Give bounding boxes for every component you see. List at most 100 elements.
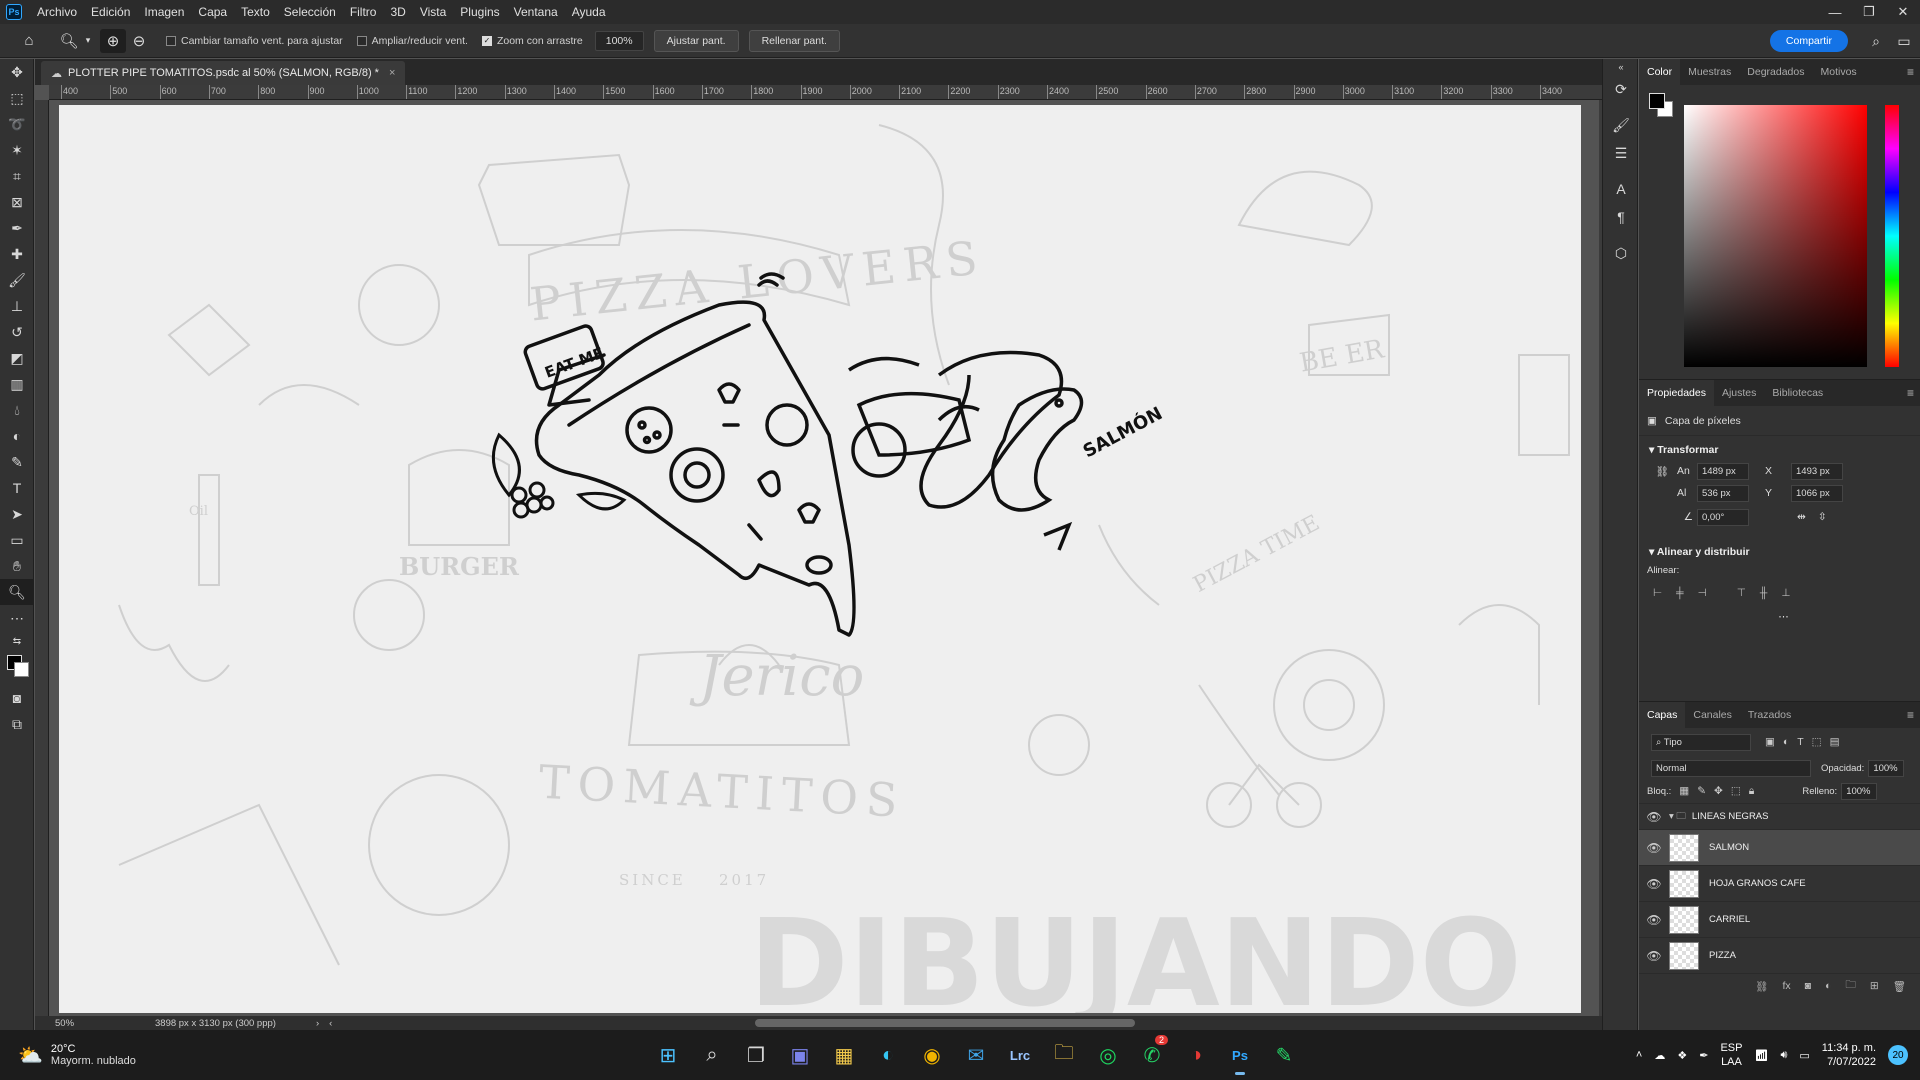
tab-layers[interactable]: Capas (1639, 702, 1686, 728)
type-tool-icon[interactable]: T (0, 475, 34, 501)
edge-icon[interactable]: ◐ (866, 1033, 910, 1077)
creative-cloud-icon[interactable]: ◑ (1174, 1033, 1218, 1077)
workspace-icon[interactable]: ▭ (1894, 30, 1914, 52)
chrome-icon[interactable]: ◉ (910, 1033, 954, 1077)
share-button[interactable]: Compartir (1769, 30, 1848, 52)
battery-icon[interactable]: ▭ (1799, 1049, 1809, 1062)
align-left-icon[interactable]: ⊢ (1653, 587, 1662, 599)
menu-seleccion[interactable]: Selección (277, 0, 343, 24)
layer-row[interactable]: 👁︎ PIZZA (1639, 938, 1920, 974)
tab-patterns[interactable]: Motivos (1813, 59, 1865, 85)
search-icon[interactable]: ⌕ (690, 1033, 734, 1077)
vertical-ruler[interactable] (35, 100, 49, 1016)
x-field[interactable]: 1493 px (1791, 462, 1843, 480)
delete-layer-icon[interactable]: 🗑︎ (1893, 980, 1906, 993)
spotify-icon[interactable]: ◎ (1086, 1033, 1130, 1077)
chevron-right-icon[interactable]: › (316, 1018, 319, 1029)
wifi-icon[interactable]: 📶︎ (1754, 1049, 1768, 1062)
clock[interactable]: 11:34 p. m. 7/07/2022 (1822, 1041, 1876, 1069)
visibility-eye-icon[interactable]: 👁︎ (1639, 877, 1669, 891)
move-tool-icon[interactable]: ✥ (0, 59, 34, 85)
brush-settings-icon[interactable]: 🖌︎ (1603, 111, 1639, 139)
magic-wand-tool-icon[interactable]: ✶ (0, 137, 34, 163)
more-tools-icon[interactable]: ⋯ (0, 605, 34, 631)
restore-icon[interactable]: ❐ (1852, 0, 1886, 24)
crop-tool-icon[interactable]: ⌗ (0, 163, 34, 189)
close-icon[interactable]: ✕ (1886, 0, 1920, 24)
tab-adjustments[interactable]: Ajustes (1714, 380, 1764, 406)
history-panel-icon[interactable]: ⟳ (1603, 75, 1639, 103)
whatsapp-icon[interactable]: ✆ 2 (1130, 1033, 1174, 1077)
screen-mode-icon[interactable]: ⧉ (0, 711, 34, 737)
panel-menu-icon[interactable]: ≡ (1907, 59, 1914, 85)
tab-color[interactable]: Color (1639, 59, 1681, 85)
search-icon[interactable]: ⌕ (1866, 30, 1886, 52)
clone-stamp-tool-icon[interactable]: ⊥ (0, 293, 34, 319)
frame-tool-icon[interactable]: ⊠ (0, 189, 34, 215)
volume-icon[interactable]: 🔊︎ (1780, 1049, 1787, 1062)
menu-texto[interactable]: Texto (234, 0, 277, 24)
align-hcenter-icon[interactable]: ╪ (1676, 587, 1683, 599)
hand-tool-icon[interactable]: ✋︎ (0, 553, 34, 579)
rectangle-tool-icon[interactable]: ▭ (0, 527, 34, 553)
paragraph-panel-icon[interactable]: ¶ (1603, 203, 1639, 231)
lock-icons[interactable]: ▦✎✥⬚🔒︎ (1679, 785, 1762, 798)
y-field[interactable]: 1066 px (1791, 484, 1843, 502)
foreground-swatch[interactable] (1649, 93, 1665, 109)
onedrive-icon[interactable]: ☁ (1654, 1049, 1665, 1062)
visibility-eye-icon[interactable]: 👁︎ (1639, 913, 1669, 927)
adjustment-layer-icon[interactable]: ◐ (1825, 980, 1831, 992)
zoom-in-icon[interactable]: ⊕ (100, 28, 126, 53)
align-bottom-icon[interactable]: ⊥ (1781, 587, 1790, 599)
photoshop-taskbar-icon[interactable]: Ps (1218, 1033, 1262, 1077)
healing-brush-tool-icon[interactable]: ✚ (0, 241, 34, 267)
widgets-icon[interactable]: ▦ (822, 1033, 866, 1077)
angle-field[interactable]: 0,00° (1697, 508, 1749, 526)
zoom-out-icon[interactable]: ⊖ (126, 29, 152, 53)
transform-section[interactable]: ▾ Transformar (1639, 436, 1920, 460)
properties-menu-icon[interactable]: ≡ (1907, 380, 1914, 406)
align-section[interactable]: ▾ Alinear y distribuir (1639, 538, 1920, 562)
opacity-field[interactable]: 100% (1868, 759, 1905, 777)
width-field[interactable]: 1489 px (1697, 462, 1749, 480)
resize-windows-checkbox[interactable]: Cambiar tamaño vent. para ajustar (166, 35, 343, 47)
tab-gradients[interactable]: Degradados (1739, 59, 1812, 85)
start-icon[interactable]: ⊞ (646, 1033, 690, 1077)
lightroom-icon[interactable]: Lrc (998, 1033, 1042, 1077)
dodge-tool-icon[interactable]: ◐ (0, 423, 34, 449)
fx-icon[interactable]: fx (1782, 980, 1790, 992)
zoom-all-windows-checkbox[interactable]: Ampliar/reducir vent. (356, 35, 468, 47)
fit-screen-button[interactable]: Ajustar pant. (653, 29, 739, 52)
layer-filter-select[interactable]: ⌕ Tipo (1651, 733, 1751, 751)
dropbox-icon[interactable]: ❖ (1677, 1049, 1687, 1062)
pen-tool-icon[interactable]: ✎ (0, 449, 34, 475)
pen-icon[interactable]: ✒ (1699, 1049, 1708, 1062)
brush-tool-icon[interactable]: 🖌︎ (0, 267, 34, 293)
layer-row[interactable]: 👁︎ HOJA GRANOS CAFE (1639, 866, 1920, 902)
zoom-level[interactable]: 50% (55, 1018, 125, 1029)
weather-widget[interactable]: ⛅ 20°C Mayorm. nublado (18, 1043, 418, 1068)
tab-swatches[interactable]: Muestras (1680, 59, 1739, 85)
language-indicator[interactable]: ESP LAA (1720, 1041, 1742, 1069)
menu-ventana[interactable]: Ventana (507, 0, 565, 24)
file-explorer-icon[interactable]: 🗀︎ (1042, 1033, 1086, 1077)
history-brush-tool-icon[interactable]: ↺ (0, 319, 34, 345)
mail-icon[interactable]: ✉ (954, 1033, 998, 1077)
add-mask-icon[interactable]: ◙ (1805, 980, 1811, 992)
layer-filter-icons[interactable]: ▣◐T⬚▤ (1765, 736, 1848, 748)
fill-screen-button[interactable]: Rellenar pant. (748, 29, 840, 52)
visibility-eye-icon[interactable]: 👁︎ (1639, 841, 1669, 855)
scrubby-zoom-checkbox[interactable]: ✓ Zoom con arrastre (481, 35, 583, 47)
menu-archivo[interactable]: Archivo (30, 0, 84, 24)
canvas[interactable]: PIZZA LOVERS TOMATITOS SINCE 2017 Jerico… (59, 105, 1581, 1013)
chevron-down-icon[interactable]: ▾ (82, 29, 94, 53)
color-swatches[interactable] (0, 651, 34, 685)
tab-channels[interactable]: Canales (1685, 702, 1740, 728)
character-panel-icon[interactable]: A (1603, 175, 1639, 203)
tab-properties[interactable]: Propiedades (1639, 380, 1714, 406)
marquee-tool-icon[interactable]: ⬚ (0, 85, 34, 111)
link-layers-icon[interactable]: ⛓ (1755, 980, 1768, 993)
path-selection-tool-icon[interactable]: ➤ (0, 501, 34, 527)
menu-filtro[interactable]: Filtro (343, 0, 384, 24)
height-field[interactable]: 536 px (1697, 484, 1749, 502)
